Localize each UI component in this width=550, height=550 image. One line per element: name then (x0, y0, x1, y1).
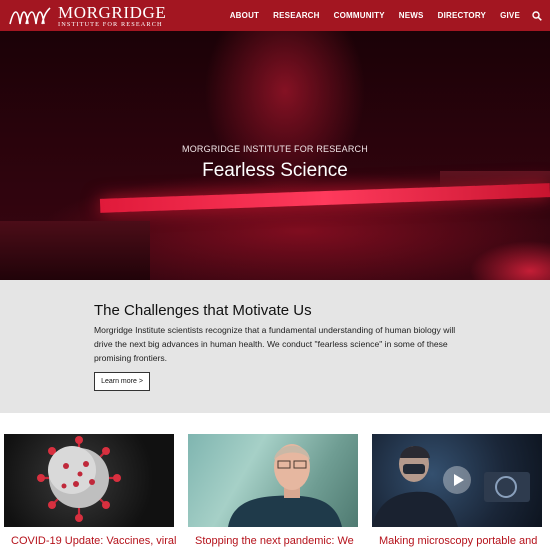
hero-title: Fearless Science (202, 160, 348, 181)
hero-image-laser (99, 183, 550, 213)
news-card-title[interactable]: Stopping the next pandemic: We (195, 535, 365, 547)
nav-directory[interactable]: DIRECTORY (438, 11, 486, 20)
nav-research[interactable]: RESEARCH (273, 11, 320, 20)
covid-virus-image (4, 434, 174, 527)
hero-eyebrow: MORGRIDGE INSTITUTE FOR RESEARCH (182, 144, 368, 154)
virus-icon (37, 436, 121, 522)
challenges-text: Morgridge Institute scientists recognize… (94, 325, 456, 363)
challenges-section: The Challenges that Motivate Us Morgridg… (0, 280, 550, 413)
nav-community[interactable]: COMMUNITY (334, 11, 385, 20)
news-card-title[interactable]: Making microscopy portable and (379, 535, 549, 547)
person-icon (228, 444, 342, 527)
site-header: MORGRIDGE INSTITUTE FOR RESEARCH ABOUT R… (0, 0, 550, 31)
hero-image-block (0, 221, 150, 280)
news-card-microscopy[interactable]: Making microscopy portable and (372, 434, 542, 547)
nav-about[interactable]: ABOUT (230, 11, 259, 20)
learn-more-button[interactable]: Learn more > (94, 372, 150, 391)
researcher-portrait-image (188, 434, 358, 527)
nav-give[interactable]: GIVE (500, 11, 520, 20)
play-icon[interactable] (442, 465, 472, 495)
news-card-title[interactable]: COVID-19 Update: Vaccines, viral (11, 535, 181, 547)
search-icon[interactable] (532, 10, 542, 21)
news-card-covid[interactable]: COVID-19 Update: Vaccines, viral (4, 434, 176, 547)
logo-text: MORGRIDGE INSTITUTE FOR RESEARCH (58, 4, 166, 28)
hero-banner: MORGRIDGE INSTITUTE FOR RESEARCH Fearles… (0, 31, 550, 280)
nav-news[interactable]: NEWS (399, 11, 424, 20)
challenges-heading: The Challenges that Motivate Us (94, 302, 312, 319)
logo-mark-icon (9, 7, 51, 25)
news-card-pandemic[interactable]: Stopping the next pandemic: We (188, 434, 358, 547)
logo-subtitle: INSTITUTE FOR RESEARCH (58, 20, 163, 28)
lab-microscope-image (372, 434, 542, 527)
logo[interactable]: MORGRIDGE INSTITUTE FOR RESEARCH (8, 3, 166, 29)
main-nav: ABOUT RESEARCH COMMUNITY NEWS DIRECTORY … (216, 0, 542, 31)
logo-name: MORGRIDGE (58, 2, 167, 22)
